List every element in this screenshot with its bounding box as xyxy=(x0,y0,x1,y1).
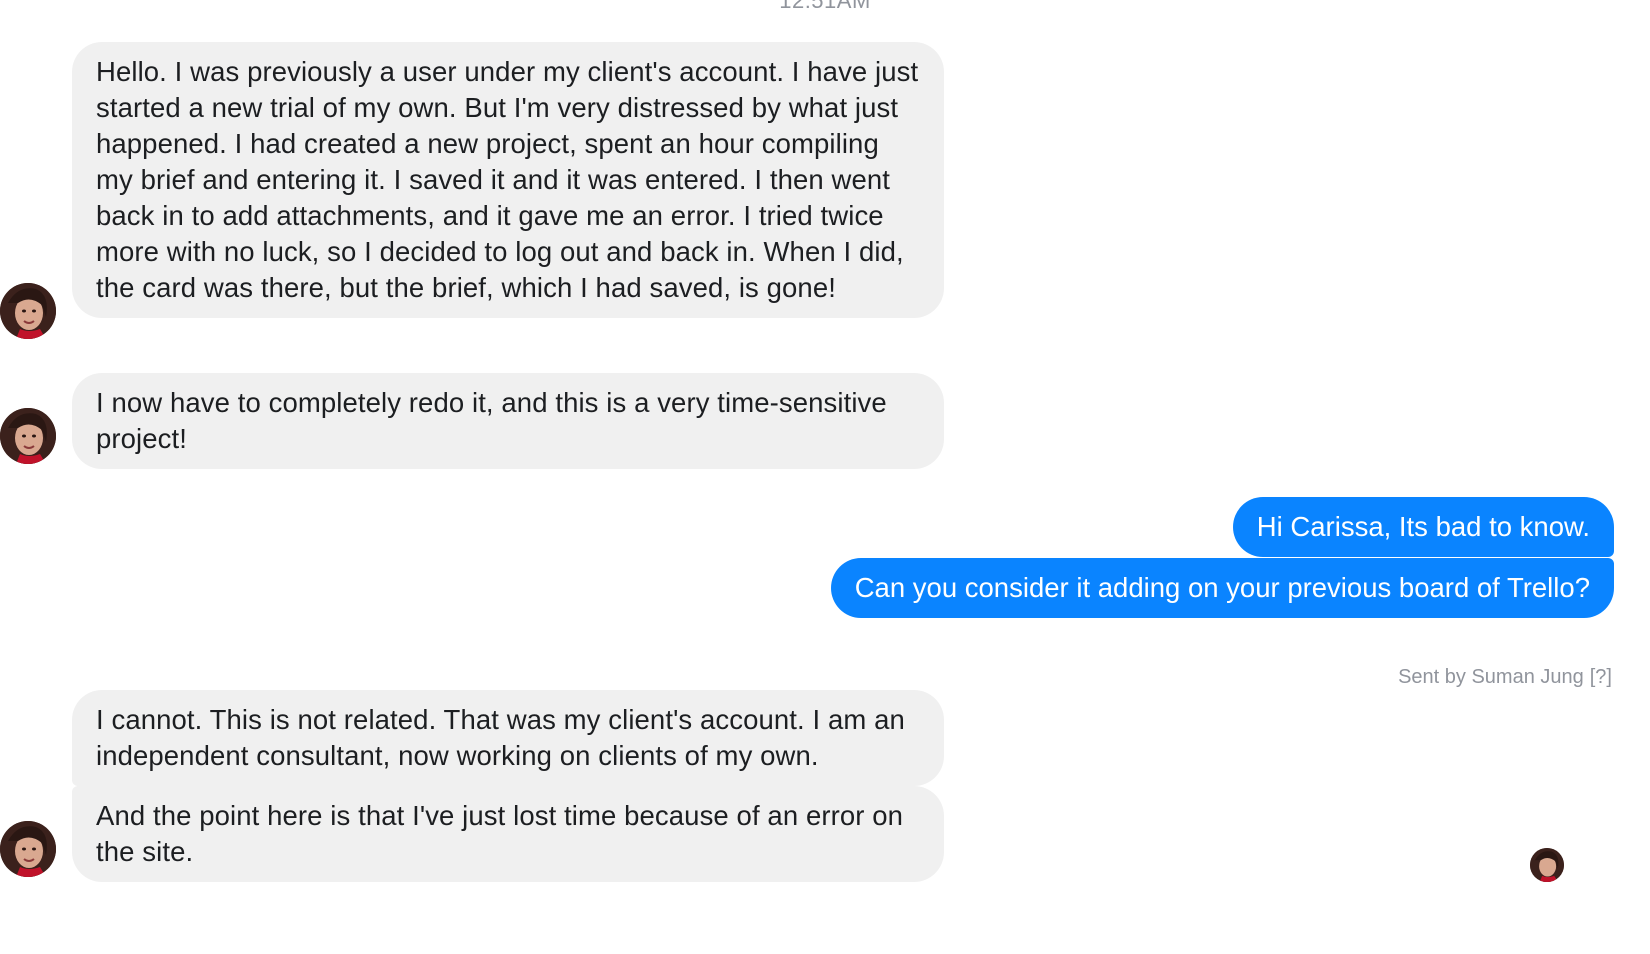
incoming-message: And the point here is that I've just los… xyxy=(72,786,944,882)
incoming-message: Hello. I was previously a user under my … xyxy=(72,42,944,318)
sent-by-label: Sent by Suman Jung xyxy=(1398,666,1584,688)
outgoing-message: Hi Carissa, Its bad to know. xyxy=(1232,497,1614,557)
incoming-message: I cannot. This is not related. That was … xyxy=(72,690,944,786)
outgoing-message: Can you consider it adding on your previ… xyxy=(830,558,1614,618)
customer-avatar[interactable] xyxy=(0,408,56,464)
help-link[interactable]: [?] xyxy=(1590,666,1612,688)
incoming-message: I now have to completely redo it, and th… xyxy=(72,373,944,469)
seen-avatar xyxy=(1530,848,1564,882)
message-timestamp: 12:51AM xyxy=(779,0,871,13)
sent-by-info: Sent by Suman Jung [?] xyxy=(1398,666,1612,689)
customer-avatar[interactable] xyxy=(0,821,56,877)
customer-avatar[interactable] xyxy=(0,283,56,339)
